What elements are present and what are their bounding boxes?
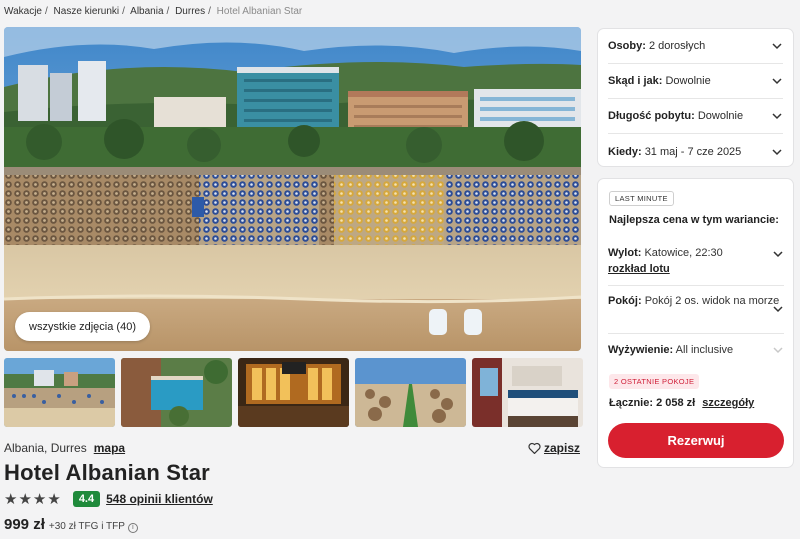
flight-label: Wylot: [608,247,642,259]
breadcrumb-link-albania[interactable]: Albania [130,6,163,17]
filter-value: Dowolnie [665,75,711,87]
breadcrumb-current: Hotel Albanian Star [216,6,303,17]
thumbnail-beach-path[interactable] [355,358,466,427]
breadcrumb-link-durres[interactable]: Durres [175,6,205,17]
book-button[interactable]: Rezerwuj [608,423,784,458]
chevron-down-icon [773,347,783,354]
chevron-down-icon [772,43,782,50]
save-label: zapisz [543,441,580,455]
info-icon[interactable]: i [127,523,138,533]
breadcrumb: Wakacje / Nasze kierunki / Albania / Durres… [4,6,302,17]
filter-label: Skąd i jak: [608,75,663,87]
filter-value: 31 maj - 7 cze 2025 [644,145,742,158]
filter-persons[interactable]: Osoby: 2 dorosłych [608,29,783,64]
hotel-stars: ★ ★ ★ ★ [4,492,61,507]
flight-schedule-link[interactable]: rozkład lotu [608,263,670,275]
total-value: 2 058 zł [656,397,696,409]
thumbnail-strip [4,358,583,427]
offer-card: LAST MINUTE Najlepsza cena w tym warianc… [597,178,794,468]
divider [608,333,784,334]
chevron-down-icon [772,148,782,155]
breadcrumb-separator: / [122,6,125,17]
rating-row: ★ ★ ★ ★ 4.4 548 opinii klientów [4,491,213,507]
hero-photo[interactable] [4,27,581,351]
breadcrumb-link-kierunki[interactable]: Nasze kierunki [54,6,120,17]
thumbnail-beach-aerial[interactable] [4,358,115,427]
board-label: Wyżywienie: [608,344,674,356]
room-label: Pokój: [608,295,642,307]
search-filters-card: Osoby: 2 dorosłych Skąd i jak: Dowolnie … [597,28,794,167]
save-button[interactable]: zapisz [528,441,580,455]
filter-label: Osoby: [608,40,646,52]
breadcrumb-link-wakacje[interactable]: Wakacje [4,6,42,17]
star-icon: ★ [4,490,18,508]
chevron-down-icon [772,78,782,85]
heart-icon [528,442,541,454]
flight-value: Katowice, 22:30 [644,247,723,259]
thumbnail-room[interactable] [472,358,583,427]
filter-value: 2 dorosłych [648,40,706,52]
board-section[interactable]: Wyżywienie: All inclusive [608,342,784,358]
room-section[interactable]: Pokój: Pokój 2 os. widok na morze [608,293,784,313]
filter-duration[interactable]: Długość pobytu: Dowolnie [608,99,783,134]
board-value: All inclusive [675,344,734,356]
breadcrumb-separator: / [166,6,170,17]
price-details-link[interactable]: szczegóły [702,397,754,409]
rooms-left-badge: 2 OSTATNIE POKOJE [609,374,700,389]
best-price-heading: Najlepsza cena w tym wariancie: [609,214,779,226]
location-row: Albania, Durres mapa zapisz [4,441,580,455]
price-extra-fees: +30 zł TFG i TFP [48,521,125,532]
star-icon: ★ [47,490,61,508]
hotel-name: Hotel Albanian Star [4,460,210,485]
filter-dates[interactable]: Kiedy: 31 maj - 7 cze 2025 [608,134,783,169]
chevron-down-icon [773,251,783,258]
star-icon: ★ [32,490,47,508]
filter-departure[interactable]: Skąd i jak: Dowolnie [608,64,783,99]
thumbnail-pool[interactable] [121,358,232,427]
room-value: Pokój 2 os. widok na morze [644,295,780,307]
rating-score-badge: 4.4 [72,491,101,507]
last-minute-badge: LAST MINUTE [609,191,674,206]
filter-label: Długość pobytu: [608,110,695,122]
filter-value: Dowolnie [697,110,744,122]
filter-label: Kiedy: [608,145,642,158]
breadcrumb-separator: / [208,6,211,17]
price-row: 999 zł +30 zł TFG i TFP i [4,516,138,533]
breadcrumb-separator: / [44,6,48,17]
flight-section[interactable]: Wylot: Katowice, 22:30 rozkład lotu [608,245,784,277]
thumbnail-restaurant[interactable] [238,358,349,427]
map-link[interactable]: mapa [94,441,125,455]
chevron-down-icon [773,306,783,313]
total-price: Łącznie: 2 058 zł szczegóły [609,397,754,409]
divider [608,285,784,286]
reviews-link[interactable]: 548 opinii klientów [106,492,213,506]
hotel-location: Albania, Durres [4,441,87,455]
star-icon: ★ [18,490,32,508]
total-label: Łącznie: [609,397,654,409]
price: 999 zł [4,516,45,533]
all-photos-button[interactable]: wszystkie zdjęcia (40) [15,312,150,341]
chevron-down-icon [772,113,782,120]
